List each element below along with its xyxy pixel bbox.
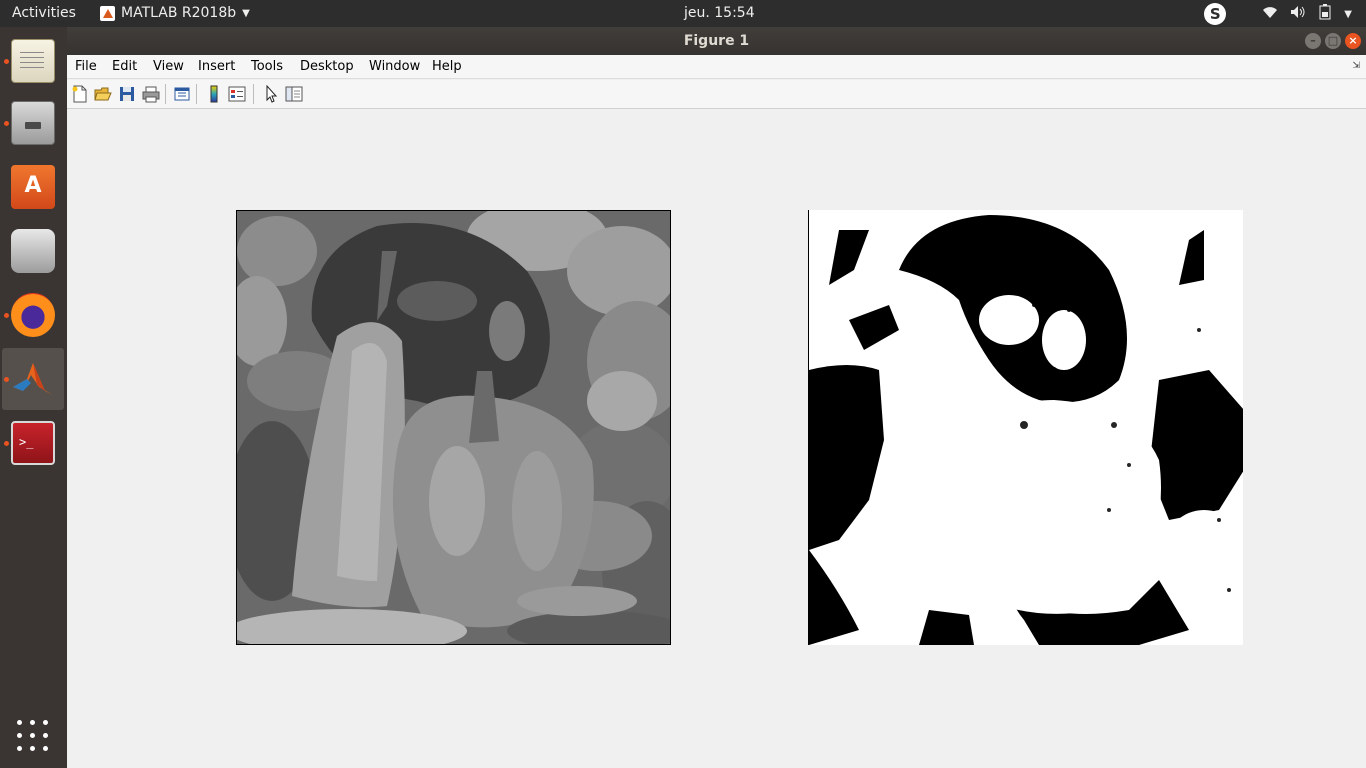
open-file-icon[interactable] [94,85,112,103]
dock-item-terminal[interactable] [2,412,64,474]
system-menu-chevron-icon[interactable]: ▼ [1344,9,1352,20]
wifi-icon[interactable] [1262,5,1278,23]
menu-view[interactable]: View [153,59,184,74]
toolbar-separator [196,84,197,104]
running-indicator [4,441,9,446]
plot-browser-icon[interactable] [285,85,303,103]
menu-edit[interactable]: Edit [112,59,137,74]
grayscale-peppers-image [237,211,670,644]
toolbar-separator [165,84,166,104]
maximize-button[interactable]: □ [1325,33,1341,49]
window-title: Figure 1 [683,33,750,49]
battery-icon[interactable] [1318,4,1332,24]
menu-help[interactable]: Help [432,59,462,74]
volume-icon[interactable] [1290,5,1306,23]
firefox-icon [11,293,55,337]
print-icon[interactable] [142,85,160,103]
binary-image-axes[interactable] [808,210,1243,645]
menu-insert[interactable]: Insert [198,59,235,74]
app-name: MATLAB R2018b [121,5,237,21]
app-menu[interactable]: MATLAB R2018b ▼ [100,5,250,21]
text-editor-icon [11,39,55,83]
chevron-down-icon: ▼ [242,7,250,19]
running-indicator [4,121,9,126]
title-bar[interactable]: Figure 1 – □ × [67,27,1366,55]
toolbar-separator [253,84,254,104]
terminal-icon [11,421,55,465]
menu-desktop[interactable]: Desktop [300,59,354,74]
running-indicator [4,59,9,64]
edit-plot-icon[interactable] [262,84,280,103]
figure-window: Figure 1 – □ × File Edit View Insert Too… [67,27,1366,768]
link-plot-icon[interactable] [173,85,191,103]
minimize-button[interactable]: – [1305,33,1321,49]
clock[interactable]: jeu. 15:54 [684,5,755,21]
scanner-icon [11,229,55,273]
save-icon[interactable] [118,85,136,103]
dock-item-matlab[interactable] [2,348,64,410]
new-figure-icon[interactable] [71,85,89,103]
software-store-icon [11,165,55,209]
running-indicator [4,377,9,382]
dock-item-text-editor[interactable] [2,30,64,92]
running-indicator [4,313,9,318]
matlab-app-icon [100,5,115,21]
menu-bar: File Edit View Insert Tools Desktop Wind… [67,55,1366,79]
top-panel: Activities MATLAB R2018b ▼ jeu. 15:54 S … [0,0,1366,27]
legend-icon[interactable] [228,85,246,103]
activities-button[interactable]: Activities [12,5,76,21]
show-applications-icon[interactable] [17,720,49,752]
system-tray[interactable]: S ▼ [1204,3,1352,25]
dock-item-files[interactable] [2,92,64,154]
dock [0,27,67,768]
colorbar-icon[interactable] [205,85,223,103]
menu-file[interactable]: File [75,59,97,74]
files-icon [11,101,55,145]
dock-item-software[interactable] [2,156,64,218]
menu-tools[interactable]: Tools [251,59,283,74]
grayscale-image-axes[interactable] [236,210,671,645]
dock-item-scanner[interactable] [2,220,64,282]
close-button[interactable]: × [1345,33,1361,49]
skype-icon[interactable]: S [1204,3,1227,25]
dock-figure-icon[interactable]: ⇲ [1352,61,1360,71]
binary-peppers-image [809,210,1243,645]
menu-window[interactable]: Window [369,59,420,74]
dock-item-firefox[interactable] [2,284,64,346]
matlab-icon [11,357,55,401]
figure-toolbar [67,80,1366,109]
